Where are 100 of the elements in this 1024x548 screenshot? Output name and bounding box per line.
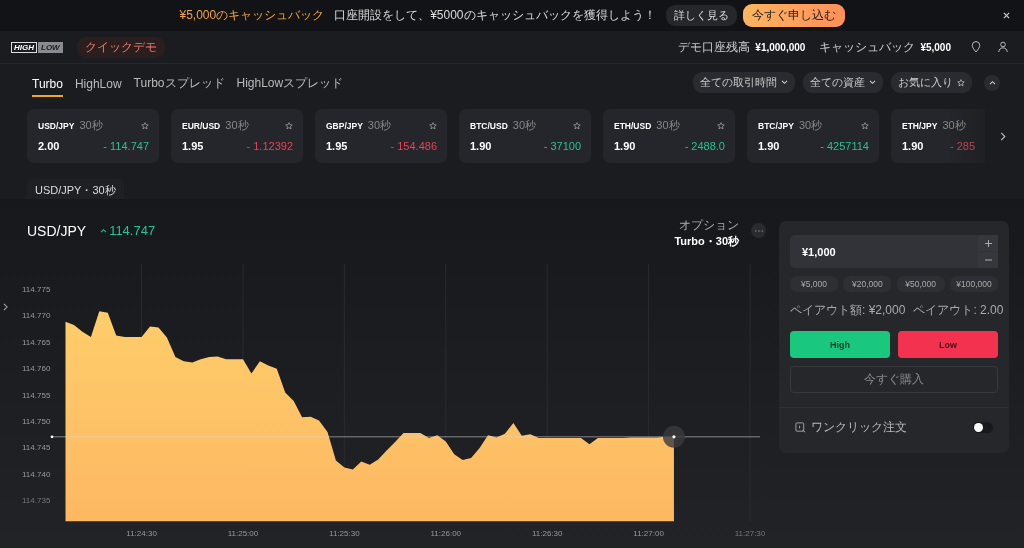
asset-price: - 2488.0 xyxy=(684,140,725,152)
payout-rate: 1.90 xyxy=(902,140,924,152)
asset-price: - 37100 xyxy=(543,140,581,152)
apply-button[interactable]: 今すぐ申し込む xyxy=(742,4,845,27)
chart-symbol: USD/JPY xyxy=(27,223,87,239)
filter-dropdown[interactable]: 全ての資産 xyxy=(803,72,883,93)
cashback-value: ¥5,000 xyxy=(920,41,951,53)
asset-card[interactable]: BTC/JPY 30秒 1.90 - 4257114 xyxy=(747,109,879,163)
preset-amount-button[interactable]: ¥50,000 xyxy=(896,276,945,292)
asset-duration: 30秒 xyxy=(656,118,680,133)
option-value: Turbo・30秒 xyxy=(674,234,739,249)
asset-pair: ETH/JPY xyxy=(902,120,938,131)
asset-pair: ETH/USD xyxy=(614,120,652,131)
star-icon[interactable] xyxy=(429,121,437,130)
asset-price: - 1.12392 xyxy=(246,140,293,152)
product-tab[interactable]: Turboスプレッド xyxy=(133,68,225,97)
preset-amount-button[interactable]: ¥100,000 xyxy=(950,276,998,292)
product-tab[interactable]: HighLowスプレッド xyxy=(236,68,344,97)
high-button[interactable]: High xyxy=(790,331,890,358)
y-tick-label: 114.770 xyxy=(22,311,51,321)
x-tick-label: 11:26:00 xyxy=(430,529,462,538)
star-icon[interactable] xyxy=(573,121,581,130)
location-pin-icon[interactable] xyxy=(971,41,981,53)
chart-price: 114.747 xyxy=(109,223,156,239)
one-click-toggle[interactable] xyxy=(973,421,993,433)
star-icon[interactable] xyxy=(717,121,725,130)
minus-icon xyxy=(984,259,992,261)
asset-card[interactable]: ETH/JPY 30秒 1.90 - 285 xyxy=(891,109,985,163)
option-label: オプション xyxy=(679,217,739,234)
asset-pair: USD/JPY xyxy=(38,120,75,131)
more-icon xyxy=(754,229,763,232)
y-tick-label: 114.775 xyxy=(22,285,51,294)
payout-rate: 1.95 xyxy=(326,140,348,152)
chart-tab[interactable]: USD/JPY・30秒 xyxy=(27,179,124,199)
asset-card[interactable]: ETH/USD 30秒 1.90 - 2488.0 xyxy=(603,109,735,163)
star-icon[interactable] xyxy=(285,121,293,130)
chevron-right-icon[interactable] xyxy=(1000,131,1006,141)
y-tick-label: 114.755 xyxy=(22,390,51,400)
favorites-filter[interactable]: お気に入り xyxy=(891,72,972,93)
preset-amount-button[interactable]: ¥5,000 xyxy=(790,276,838,292)
preset-amount-button[interactable]: ¥20,000 xyxy=(843,276,892,292)
chevron-up-icon xyxy=(988,80,996,85)
asset-price: - 4257114 xyxy=(820,140,869,152)
x-tick-label: 11:27:00 xyxy=(633,529,664,538)
collapse-button[interactable] xyxy=(984,74,1000,91)
y-tick-label: 114.740 xyxy=(22,469,51,479)
product-tab[interactable]: HighLow xyxy=(74,68,122,97)
asset-duration: 30秒 xyxy=(512,118,537,133)
payout-rate: 1.90 xyxy=(614,140,636,152)
star-icon[interactable] xyxy=(861,121,869,130)
x-tick-label: 11:25:30 xyxy=(329,529,360,538)
demo-badge[interactable]: クイックデモ xyxy=(76,36,165,58)
y-tick-label: 114.750 xyxy=(22,417,51,426)
user-icon[interactable] xyxy=(998,41,1008,53)
low-button[interactable]: Low xyxy=(898,331,998,358)
payout-rate: ペイアウト: 2.00 xyxy=(913,302,1004,319)
x-tick-label: 11:27:30 xyxy=(734,529,766,538)
asset-price: - 154.486 xyxy=(390,140,437,152)
promo-title: ¥5,000のキャッシュバック xyxy=(179,7,325,24)
decrease-button[interactable] xyxy=(978,252,998,268)
product-tab[interactable]: Turbo xyxy=(32,68,63,97)
payout-rate: 1.95 xyxy=(182,140,204,152)
asset-card[interactable]: EUR/USD 30秒 1.95 - 1.12392 xyxy=(171,109,303,163)
cashback-label: キャッシュバック xyxy=(819,38,916,56)
filter-dropdown[interactable]: 全ての取引時間 xyxy=(693,72,795,93)
asset-duration: 30秒 xyxy=(942,118,966,133)
asset-price: - 114.747 xyxy=(103,140,149,152)
asset-duration: 30秒 xyxy=(798,118,823,133)
star-icon[interactable] xyxy=(141,121,149,130)
increase-button[interactable] xyxy=(978,235,998,251)
one-click-label: ワンクリック注文 xyxy=(811,418,907,436)
chevron-down-icon xyxy=(869,80,876,85)
x-tick-label: 11:25:00 xyxy=(227,529,259,538)
promo-message: 口座開設をして、¥5000のキャッシュバックを獲得しよう！ xyxy=(334,7,656,24)
amount-field[interactable]: ¥1,000 xyxy=(790,235,998,268)
close-icon[interactable] xyxy=(1003,12,1010,19)
asset-card[interactable]: GBP/JPY 30秒 1.95 - 154.486 xyxy=(315,109,447,163)
asset-card[interactable]: BTC/USD 30秒 1.90 - 37100 xyxy=(459,109,591,163)
payout-rate: 2.00 xyxy=(38,140,60,152)
payout-amount: ペイアウト額: ¥2,000 xyxy=(790,302,906,319)
x-tick-label: 11:24:30 xyxy=(126,529,157,538)
asset-price: - 285 xyxy=(949,140,975,152)
star-icon xyxy=(957,78,965,87)
y-tick-label: 114.760 xyxy=(22,364,51,374)
asset-pair: BTC/JPY xyxy=(758,120,794,131)
details-button[interactable]: 詳しく見る xyxy=(665,5,737,26)
one-click-icon xyxy=(795,421,806,433)
y-tick-label: 114.745 xyxy=(22,443,51,453)
asset-duration: 30秒 xyxy=(79,118,103,133)
asset-duration: 30秒 xyxy=(367,118,392,133)
current-price-marker xyxy=(662,425,685,448)
payout-rate: 1.90 xyxy=(470,140,492,152)
plus-icon xyxy=(984,239,992,247)
asset-pair: EUR/USD xyxy=(182,120,221,131)
chevron-right-icon[interactable] xyxy=(3,303,8,311)
asset-pair: GBP/JPY xyxy=(326,120,363,131)
caret-up-icon xyxy=(100,228,108,233)
y-tick-label: 114.765 xyxy=(22,337,51,347)
asset-card[interactable]: USD/JPY 30秒 2.00 - 114.747 xyxy=(27,109,159,163)
x-tick-label: 11:26:30 xyxy=(531,529,563,538)
